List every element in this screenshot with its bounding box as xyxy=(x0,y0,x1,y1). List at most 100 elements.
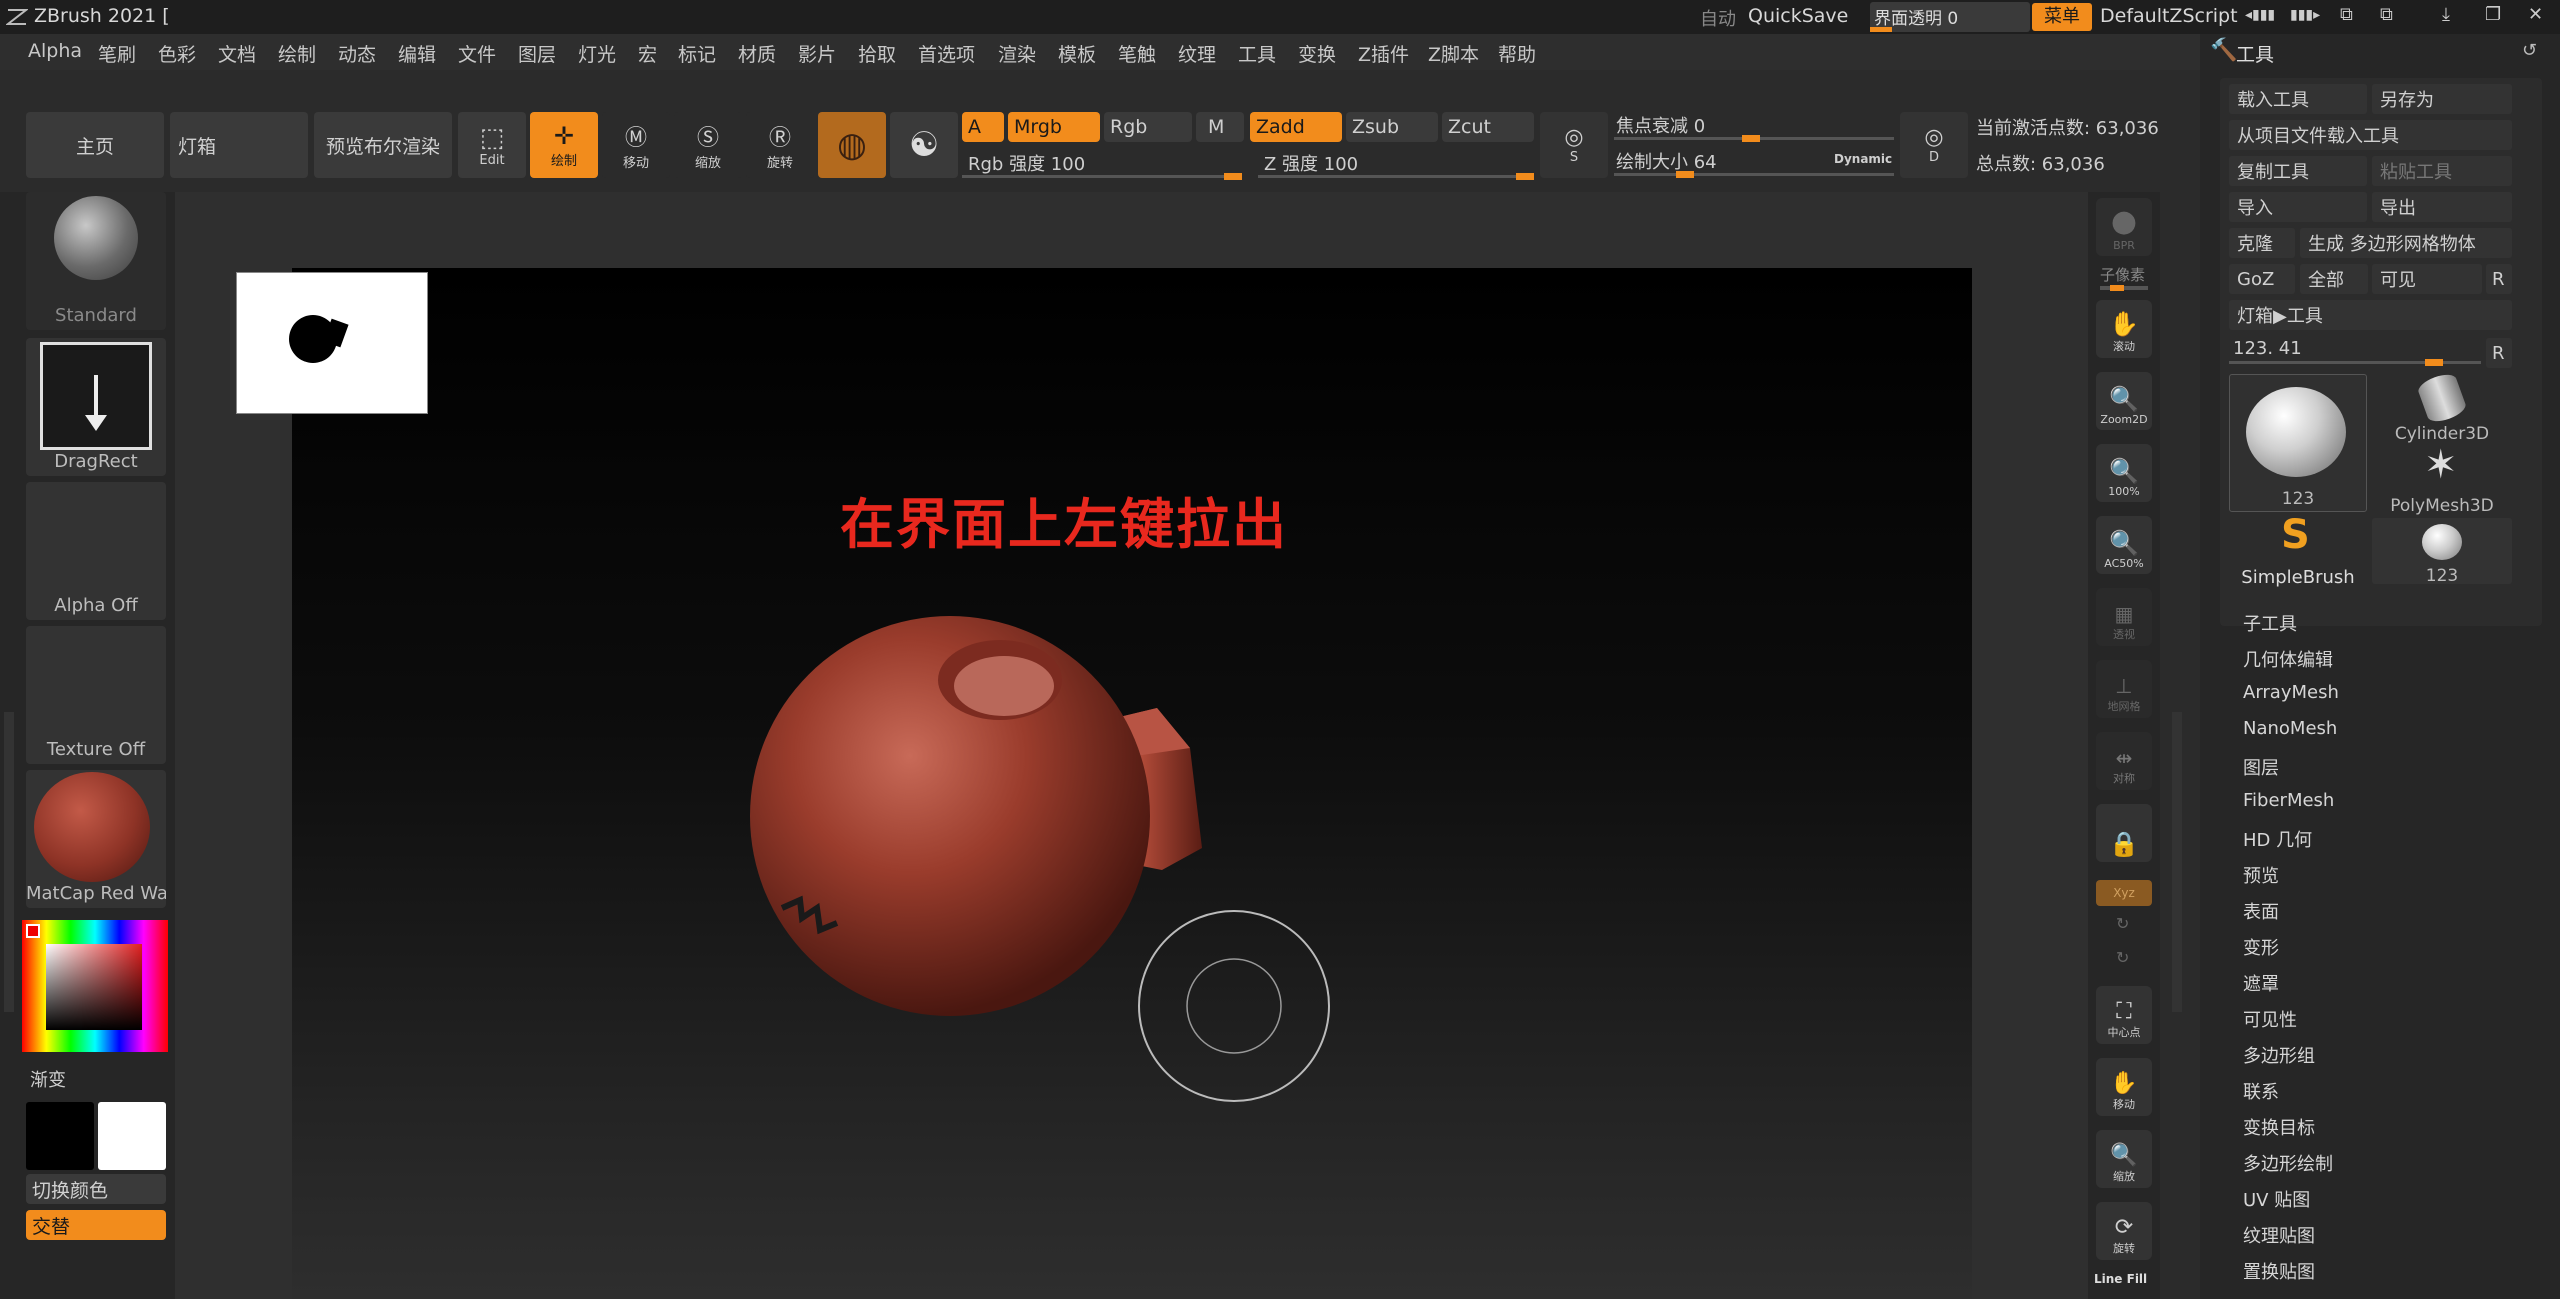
goz-button[interactable]: GoZ xyxy=(2229,264,2295,294)
tool-thumb-cylinder[interactable]: Cylinder3D xyxy=(2372,370,2512,444)
layout-icon[interactable]: ◂▮▮▮ xyxy=(2245,7,2275,23)
color-picker-square[interactable] xyxy=(46,944,142,1030)
menu-stroke[interactable]: 笔触 xyxy=(1118,40,1156,67)
secondary-color-swatch[interactable] xyxy=(98,1102,166,1170)
menu-movie-dynamics[interactable]: 动态 xyxy=(338,40,376,67)
menu-button[interactable]: 菜单 xyxy=(2032,3,2092,31)
alternate-button[interactable]: 交替 xyxy=(26,1210,166,1240)
palette-reset-icon[interactable]: ↺ xyxy=(2522,40,2537,61)
rgb-intensity-slider[interactable]: Rgb 强度 100 xyxy=(962,148,1242,180)
material-slot[interactable]: MatCap Red Wax xyxy=(26,770,166,908)
subpalette-fibermesh[interactable]: FiberMesh xyxy=(2243,790,2334,811)
subpalette-hd-geometry[interactable]: HD 几何 xyxy=(2243,826,2312,852)
menu-color[interactable]: 色彩 xyxy=(158,40,196,67)
rgb-intensity-handle[interactable] xyxy=(1224,173,1242,180)
d-button[interactable]: ◎ D xyxy=(1900,112,1968,178)
menu-macro[interactable]: 宏 xyxy=(638,40,657,67)
menu-marker[interactable]: 标记 xyxy=(678,40,716,67)
tool-thumb-simplebrush[interactable]: S SimpleBrush xyxy=(2229,512,2367,588)
navigator-thumbnail[interactable] xyxy=(236,272,428,414)
subpalette-arraymesh[interactable]: ArrayMesh xyxy=(2243,682,2339,703)
symmetry-button[interactable]: ⇹ 对称 xyxy=(2096,732,2152,790)
rotate-button[interactable]: Ⓡ 旋转 xyxy=(746,112,814,178)
menu-file[interactable]: 文件 xyxy=(458,40,496,67)
menu-movie[interactable]: 影片 xyxy=(798,40,836,67)
subpalette-displacement-map[interactable]: 置换贴图 xyxy=(2243,1258,2315,1284)
goz-r-button[interactable]: R xyxy=(2486,264,2512,294)
left-tray-collapse-handle[interactable] xyxy=(4,712,14,1012)
tool-slider[interactable]: 123. 41 xyxy=(2229,336,2481,366)
menu-picker[interactable]: 拾取 xyxy=(858,40,896,67)
line-fill-label[interactable]: Line Fill xyxy=(2094,1272,2147,1286)
dynamic-toggle[interactable]: Dynamic xyxy=(1834,152,1892,166)
save-as-button[interactable]: 另存为 xyxy=(2372,84,2512,114)
copy-tool-button[interactable]: 复制工具 xyxy=(2229,156,2367,186)
stroke-slot[interactable]: DragRect xyxy=(26,338,166,476)
menu-layer[interactable]: 图层 xyxy=(518,40,556,67)
z-intensity-slider[interactable]: Z 强度 100 xyxy=(1258,148,1534,180)
material-sphere-button[interactable]: ◍ xyxy=(818,112,886,178)
xyz-button[interactable]: Xyz xyxy=(2096,880,2152,906)
subpixel-handle[interactable] xyxy=(2110,285,2124,291)
default-zscript-button[interactable]: DefaultZScript xyxy=(2100,5,2238,27)
s-button[interactable]: ◎ S xyxy=(1540,112,1608,178)
export-button[interactable]: 导出 xyxy=(2372,192,2512,222)
document-viewport[interactable]: 在界面上左键拉出 xyxy=(292,268,1972,1299)
rgb-button[interactable]: Rgb xyxy=(1104,112,1192,142)
load-from-project-button[interactable]: 从项目文件载入工具 xyxy=(2229,120,2512,150)
subpalette-deformation[interactable]: 变形 xyxy=(2243,934,2279,960)
menu-material[interactable]: 材质 xyxy=(738,40,776,67)
tool-thumb-current[interactable]: 123 xyxy=(2229,374,2367,512)
bpr-button[interactable]: ● BPR xyxy=(2096,198,2152,256)
zsub-button[interactable]: Zsub xyxy=(1346,112,1438,142)
color-picker-hue-marker[interactable] xyxy=(26,924,40,938)
menu-render[interactable]: 渲染 xyxy=(998,40,1036,67)
tool-slider-handle[interactable] xyxy=(2425,359,2443,366)
brush-slot[interactable]: Standard xyxy=(26,192,166,330)
subpalette-polypaint[interactable]: 多边形绘制 xyxy=(2243,1150,2333,1176)
goz-visible-button[interactable]: 可见 xyxy=(2372,264,2482,294)
window-swap-icon[interactable]: ⧉ xyxy=(2380,4,2393,25)
zcut-button[interactable]: Zcut xyxy=(1442,112,1534,142)
bpr-preview-button[interactable]: 预览布尔渲染 xyxy=(314,112,452,178)
subpalette-layers[interactable]: 图层 xyxy=(2243,754,2279,780)
draw-button[interactable]: ✛ 绘制 xyxy=(530,112,598,178)
menu-document[interactable]: 文档 xyxy=(218,40,256,67)
brush-swirl-button[interactable]: ☯ xyxy=(890,112,958,178)
subpalette-geometry[interactable]: 几何体编辑 xyxy=(2243,646,2333,672)
menu-transform[interactable]: 变换 xyxy=(1298,40,1336,67)
layout-icon-2[interactable]: ▮▮▮▸ xyxy=(2290,7,2320,23)
make-polymesh-button[interactable]: 生成 多边形网格物体 xyxy=(2300,228,2512,258)
window-layout-icon[interactable]: ⧉ xyxy=(2340,4,2353,25)
paste-tool-button[interactable]: 粘贴工具 xyxy=(2372,156,2512,186)
alpha-slot[interactable]: Alpha Off xyxy=(26,482,166,620)
rotate-z-icon[interactable]: ↻ xyxy=(2116,948,2129,967)
menu-light[interactable]: 灯光 xyxy=(578,40,616,67)
clone-button[interactable]: 克隆 xyxy=(2229,228,2295,258)
focal-shift-handle[interactable] xyxy=(1742,135,1760,142)
menu-texture[interactable]: 纹理 xyxy=(1178,40,1216,67)
rotate-view-button[interactable]: ⟳ 旋转 xyxy=(2096,1202,2152,1260)
scroll-button[interactable]: ✋ 滚动 xyxy=(2096,300,2152,358)
mrgb-button[interactable]: Mrgb xyxy=(1008,112,1100,142)
draw-size-handle[interactable] xyxy=(1676,171,1694,178)
tool-thumb-polymesh[interactable]: ✶ PolyMesh3D xyxy=(2372,442,2512,516)
a-button[interactable]: A xyxy=(962,112,1004,142)
ui-transparency-slider[interactable]: 界面透明 0 xyxy=(1870,2,2030,32)
minimize-icon[interactable]: ⤓ xyxy=(2442,4,2450,25)
floor-grid-button[interactable]: ⊥ 地网格 xyxy=(2096,660,2152,718)
switch-color-button[interactable]: 切换颜色 xyxy=(26,1174,166,1204)
menu-help[interactable]: 帮助 xyxy=(1498,40,1536,67)
focal-shift-slider[interactable]: 焦点衰减 0 xyxy=(1614,110,1894,142)
subpalette-preview[interactable]: 预览 xyxy=(2243,862,2279,888)
subpalette-masking[interactable]: 遮罩 xyxy=(2243,970,2279,996)
tool-palette-title[interactable]: 工具 xyxy=(2236,40,2274,67)
texture-slot[interactable]: Texture Off xyxy=(26,626,166,764)
subpalette-subtool[interactable]: 子工具 xyxy=(2243,610,2297,636)
zadd-button[interactable]: Zadd xyxy=(1250,112,1342,142)
subpalette-nanomesh[interactable]: NanoMesh xyxy=(2243,718,2337,739)
subpalette-polygroups[interactable]: 多边形组 xyxy=(2243,1042,2315,1068)
menu-edit[interactable]: 编辑 xyxy=(398,40,436,67)
subpalette-surface[interactable]: 表面 xyxy=(2243,898,2279,924)
lightbox-tool-button[interactable]: 灯箱▶工具 xyxy=(2229,300,2512,330)
